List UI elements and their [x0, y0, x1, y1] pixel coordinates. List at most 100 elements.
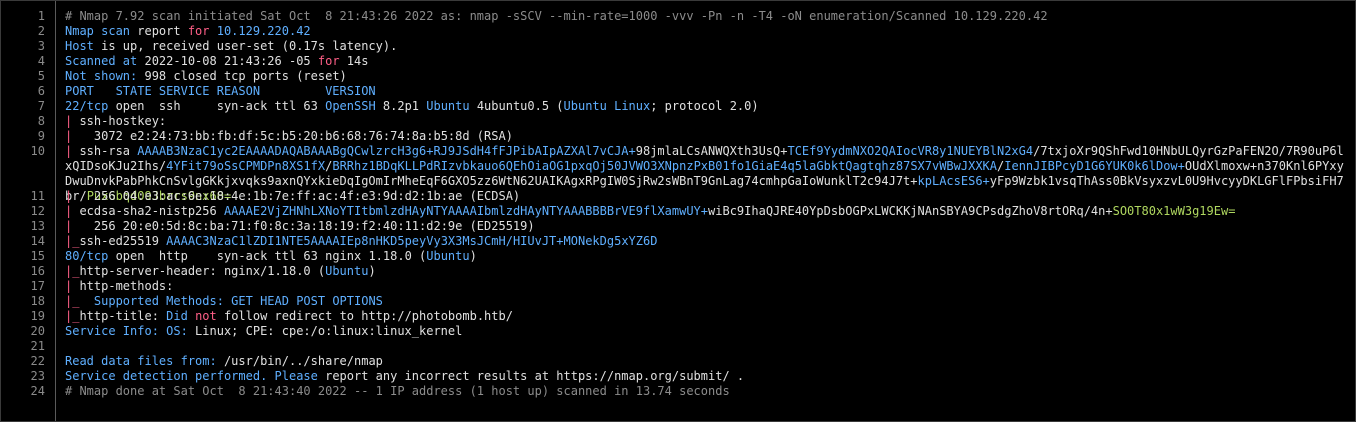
editor-line[interactable]: 21	[1, 339, 1351, 354]
code-token: not	[195, 309, 224, 323]
editor-line[interactable]: 9 | 3072 e2:24:73:bb:fb:df:5c:b5:20:b6:68…	[1, 129, 1351, 144]
code-token: open http syn-ack ttl 63 nginx 1.18.0 (	[115, 249, 427, 263]
code-token: )	[469, 249, 477, 263]
line-number: 13	[30, 219, 45, 233]
code-token: 2022-10-08 21:43:26 -05	[144, 54, 318, 68]
code-token: SO0T80x1wW3g19Ew=	[1112, 204, 1236, 218]
line-text[interactable]: | 256 04:e3:ac:6e:18:4e:1b:7e:ff:ac:4f:e…	[65, 189, 1347, 204]
code-token: ssh-hostkey:	[79, 114, 167, 128]
editor-line[interactable]: 23 Service detection performed. Please re…	[1, 369, 1351, 384]
editor-line[interactable]: 2 Nmap scan report for 10.129.220.42	[1, 24, 1351, 39]
editor-line[interactable]: 6 PORT STATE SERVICE REASON VERSION	[1, 84, 1351, 99]
code-token: ecdsa-sha2-nistp256	[79, 204, 224, 218]
code-token: |_	[65, 264, 80, 278]
code-token: )	[368, 264, 376, 278]
line-text[interactable]: Nmap scan report for 10.129.220.42	[65, 24, 1347, 39]
line-number: 4	[37, 54, 45, 68]
editor-line[interactable]: 24 # Nmap done at Sat Oct 8 21:43:40 2022…	[1, 384, 1351, 399]
line-text[interactable]: Not shown: 998 closed tcp ports (reset)	[65, 69, 1347, 84]
code-token: 80/tcp	[65, 249, 116, 263]
line-number: 8	[37, 114, 45, 128]
line-text[interactable]: # Nmap done at Sat Oct 8 21:43:40 2022 -…	[65, 384, 1347, 399]
text-editor[interactable]: 1 # Nmap 7.92 scan initiated Sat Oct 8 21…	[0, 0, 1356, 422]
line-text[interactable]: |_http-title: Did not follow redirect to…	[65, 309, 1347, 324]
code-token: for	[187, 24, 217, 38]
editor-line[interactable]: 18 |_ Supported Methods: GET HEAD POST OP…	[1, 294, 1351, 309]
editor-line[interactable]: 20 Service Info: OS: Linux; CPE: cpe:/o:l…	[1, 324, 1351, 339]
editor-content[interactable]: 1 # Nmap 7.92 scan initiated Sat Oct 8 21…	[1, 9, 1351, 399]
line-text[interactable]: 22/tcp open ssh syn-ack ttl 63 OpenSSH 8…	[65, 99, 1347, 114]
line-text[interactable]: |_ Supported Methods: GET HEAD POST OPTI…	[65, 294, 1347, 309]
code-token: Supported Methods: GET HEAD POST OPTIONS	[93, 294, 383, 308]
editor-line[interactable]: 17 | http-methods:	[1, 279, 1351, 294]
code-token: Linux; CPE: cpe:/o:linux:linux_kernel	[195, 324, 463, 338]
line-number: 7	[37, 99, 45, 113]
line-text[interactable]: PORT STATE SERVICE REASON VERSION	[65, 84, 1347, 99]
code-token: AAAAC3NzaC1lZDI1NTE5AAAAIEp8nHKD5peyVy3X…	[166, 234, 564, 248]
editor-line[interactable]: 3 Host is up, received user-set (0.17s la…	[1, 39, 1351, 54]
code-token: for	[317, 54, 347, 68]
editor-line[interactable]: 22 Read data files from: /usr/bin/../shar…	[1, 354, 1351, 369]
line-text[interactable]: | ssh-hostkey:	[65, 114, 1347, 129]
line-text[interactable]: |_http-server-header: nginx/1.18.0 (Ubun…	[65, 264, 1347, 279]
line-text[interactable]: | http-methods:	[65, 279, 1347, 294]
code-token: Service Info: OS:	[65, 324, 196, 338]
editor-line[interactable]: 19 |_http-title: Did not follow redirect …	[1, 309, 1351, 324]
line-text[interactable]: Host is up, received user-set (0.17s lat…	[65, 39, 1347, 54]
editor-line[interactable]: 10 | ssh-rsa AAAAB3NzaC1yc2EAAAADAQABAAAB…	[1, 144, 1351, 203]
line-text[interactable]: | 3072 e2:24:73:bb:fb:df:5c:b5:20:b6:68:…	[65, 129, 1347, 144]
editor-line[interactable]: 13 | 256 20:e0:5d:8c:ba:71:f0:8c:3a:18:19…	[1, 219, 1351, 234]
code-token: http-methods:	[79, 279, 174, 293]
code-token: # Nmap done at Sat Oct 8 21:43:40 2022 -…	[65, 384, 730, 398]
line-text[interactable]: Service Info: OS: Linux; CPE: cpe:/o:lin…	[65, 324, 1347, 339]
code-token: AAAAB3NzaC1yc2EAAAADAQABAAABgQCwlzrcH3g6…	[137, 144, 636, 158]
code-token: |_	[65, 294, 94, 308]
editor-line[interactable]: 16 |_http-server-header: nginx/1.18.0 (Ub…	[1, 264, 1351, 279]
code-token: ssh-rsa	[79, 144, 138, 158]
line-number: 23	[30, 369, 45, 383]
editor-line[interactable]: 5 Not shown: 998 closed tcp ports (reset)	[1, 69, 1351, 84]
line-text[interactable]: | ecdsa-sha2-nistp256 AAAAE2VjZHNhLXNoYT…	[65, 204, 1347, 219]
editor-line[interactable]: 15 80/tcp open http syn-ack ttl 63 nginx …	[1, 249, 1351, 264]
code-token: |	[65, 204, 80, 218]
line-text[interactable]: Read data files from: /usr/bin/../share/…	[65, 354, 1347, 369]
editor-line[interactable]: 7 22/tcp open ssh syn-ack ttl 63 OpenSSH …	[1, 99, 1351, 114]
editor-line[interactable]: 14 |_ssh-ed25519 AAAAC3NzaC1lZDI1NTE5AAAA…	[1, 234, 1351, 249]
line-number: 1	[37, 9, 45, 23]
editor-line[interactable]: 4 Scanned at 2022-10-08 21:43:26 -05 for …	[1, 54, 1351, 69]
editor-line[interactable]: 12 | ecdsa-sha2-nistp256 AAAAE2VjZHNhLXNo…	[1, 204, 1351, 219]
code-token: wiBc9IhaQJRE40YpDsbOGPxLWCKKjNAnSBYA9CPs…	[708, 204, 1113, 218]
editor-line[interactable]: 11 | 256 04:e3:ac:6e:18:4e:1b:7e:ff:ac:4f…	[1, 189, 1351, 204]
line-text[interactable]: Scanned at 2022-10-08 21:43:26 -05 for 1…	[65, 54, 1347, 69]
line-text[interactable]: # Nmap 7.92 scan initiated Sat Oct 8 21:…	[65, 9, 1347, 24]
line-number: 16	[30, 264, 45, 278]
code-token: PORT STATE SERVICE REASON VERSION	[65, 84, 376, 98]
code-token: report any incorrect results at https://…	[325, 369, 745, 383]
code-token: # Nmap 7.92 scan initiated Sat Oct 8 21:…	[65, 9, 1048, 23]
line-text[interactable]: Service detection performed. Please repo…	[65, 369, 1347, 384]
line-number: 14	[30, 234, 45, 248]
line-number: 20	[30, 324, 45, 338]
code-token: IennJIBPcyD1G6YUK0k6lDow+	[1004, 159, 1185, 173]
line-number: 19	[30, 309, 45, 323]
code-token: report	[137, 24, 188, 38]
editor-line[interactable]: 1 # Nmap 7.92 scan initiated Sat Oct 8 21…	[1, 9, 1351, 24]
code-token: BRRhz1BDqKLLPdRIzvbkauo6QEhOiaOG1pxqOj50…	[332, 159, 998, 173]
code-token: Ubuntu	[426, 249, 470, 263]
code-token: Host	[65, 39, 102, 53]
code-token: 3072 e2:24:73:bb:fb:df:5c:b5:20:b6:68:76…	[93, 129, 513, 143]
line-number: 3	[37, 39, 45, 53]
line-text[interactable]: |_ssh-ed25519 AAAAC3NzaC1lZDI1NTE5AAAAIE…	[65, 234, 1347, 249]
line-number: 2	[37, 24, 45, 38]
code-token: |_	[65, 309, 80, 323]
line-number: 15	[30, 249, 45, 263]
line-number: 21	[30, 339, 45, 353]
code-token: 98jmlaLCsANWQXth3UsQ+	[635, 144, 788, 158]
code-token: ; protocol 2.0)	[650, 99, 759, 113]
editor-line[interactable]: 8 | ssh-hostkey:	[1, 114, 1351, 129]
line-text[interactable]: 80/tcp open http syn-ack ttl 63 nginx 1.…	[65, 249, 1347, 264]
line-text[interactable]: | 256 20:e0:5d:8c:ba:71:f0:8c:3a:18:19:f…	[65, 219, 1347, 234]
code-token: Ubuntu	[325, 264, 369, 278]
code-token: |	[65, 279, 80, 293]
code-token: TCEf9YydmNXO2QAIocVR8y1NUEYBlN2xG4	[787, 144, 1034, 158]
